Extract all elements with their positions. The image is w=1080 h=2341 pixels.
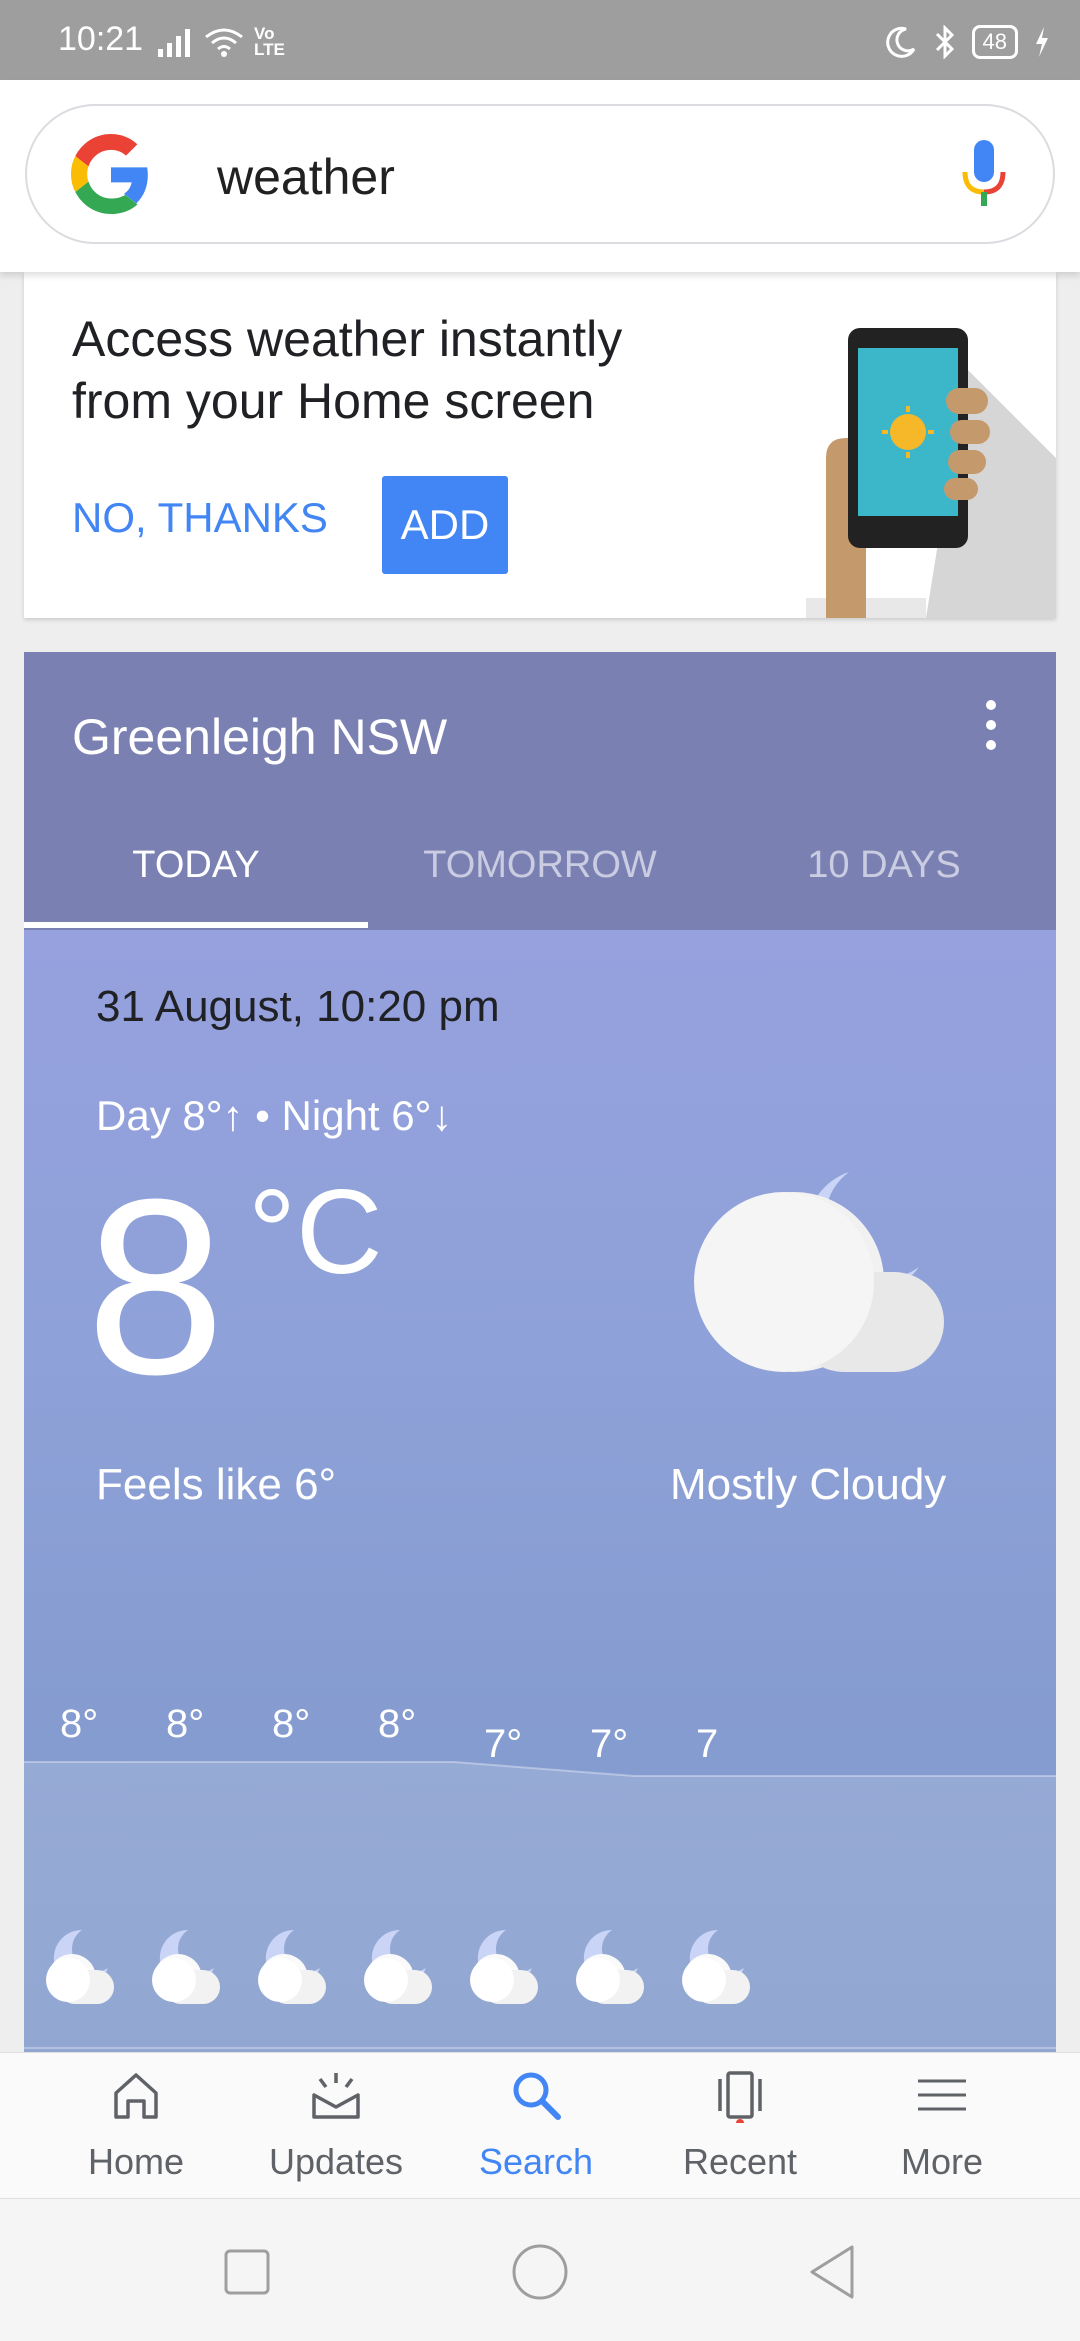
weather-card: Greenleigh NSW TODAY TOMORROW 10 DAYS 31…: [24, 652, 1056, 2052]
hourly-temp: 8°: [272, 1702, 311, 1746]
no-thanks-button[interactable]: NO, THANKS: [72, 494, 328, 542]
updates-icon: [312, 2073, 360, 2119]
nav-label-search: Search: [478, 2141, 594, 2182]
promo-title: Access weather instantly from your Home …: [72, 311, 623, 429]
system-navigation-bar: [0, 2198, 1080, 2341]
tab-tomorrow[interactable]: TOMORROW: [368, 844, 712, 887]
tab-today[interactable]: TODAY: [24, 844, 368, 887]
weather-card-header: Greenleigh NSW TODAY TOMORROW 10 DAYS: [24, 652, 1056, 930]
weather-condition: Mostly Cloudy: [670, 1460, 947, 1509]
do-not-disturb-moon-icon: [885, 26, 915, 58]
hourly-temp: 7°: [590, 1722, 629, 1766]
hourly-temp: 7°: [484, 1722, 523, 1766]
nav-search[interactable]: Search: [436, 2053, 636, 2198]
bluetooth-icon: [935, 25, 954, 59]
bottom-navigation: Home Updates Search Recent More: [0, 2052, 1080, 2198]
night-cloud-icon: [470, 1929, 538, 2004]
add-button[interactable]: ADD: [382, 476, 508, 574]
nav-recent[interactable]: Recent: [640, 2053, 840, 2198]
feels-like: Feels like 6°: [96, 1460, 337, 1509]
mostly-cloudy-night-icon: [694, 1172, 944, 1372]
nav-label-recent: Recent: [682, 2141, 798, 2182]
wifi-icon: [205, 28, 243, 57]
nav-more[interactable]: More: [842, 2053, 1042, 2198]
search-bar[interactable]: weather: [25, 104, 1055, 244]
hourly-temp: 8°: [166, 1702, 205, 1746]
day-night-temps: Day 8°↑ • Night 6°↓: [96, 1092, 453, 1139]
night-cloud-icon: [46, 1929, 114, 2004]
current-temperature: 8: [86, 1147, 226, 1426]
active-tab-indicator: [24, 922, 368, 928]
back-triangle-icon[interactable]: [798, 2237, 868, 2307]
night-cloud-icon: [682, 1929, 750, 2004]
night-cloud-icon: [576, 1929, 644, 2004]
recents-square-icon[interactable]: [212, 2237, 282, 2307]
night-cloud-icon: [152, 1929, 220, 2004]
menu-icon: [918, 2079, 966, 2111]
nav-label-more: More: [900, 2141, 984, 2182]
status-time: 10:21: [58, 20, 144, 58]
status-icons-left: Vo LTE: [158, 22, 288, 62]
home-circle-icon[interactable]: [505, 2237, 575, 2307]
battery-indicator: 48: [971, 25, 1018, 59]
status-icons-right: 48: [884, 22, 1050, 62]
temperature-unit: °C: [248, 1165, 383, 1299]
google-logo-icon: [71, 134, 148, 214]
nav-updates[interactable]: Updates: [236, 2053, 436, 2198]
mic-icon[interactable]: [959, 138, 1009, 210]
phone-illustration-icon: [806, 328, 1056, 618]
signal-icon: [158, 29, 190, 57]
night-cloud-icon: [258, 1929, 326, 2004]
home-icon: [114, 2073, 158, 2119]
charging-icon: [1036, 27, 1048, 57]
nav-label-updates: Updates: [268, 2141, 404, 2182]
nav-home[interactable]: Home: [36, 2053, 236, 2198]
hourly-temp: 8°: [60, 1702, 99, 1746]
nav-label-home: Home: [87, 2141, 185, 2182]
search-header: weather: [0, 80, 1080, 272]
hourly-temp: 7: [696, 1722, 719, 1766]
tab-10-days[interactable]: 10 DAYS: [712, 844, 1056, 887]
recent-icon: [718, 2071, 762, 2123]
volte-indicator: Vo LTE: [254, 24, 285, 59]
overflow-menu-icon[interactable]: [984, 700, 998, 754]
status-bar: 10:21 Vo LTE 48: [0, 0, 1080, 80]
location-title: Greenleigh NSW: [72, 709, 448, 765]
search-input[interactable]: weather: [217, 148, 395, 206]
weather-datetime: 31 August, 10:20 pm: [96, 982, 500, 1031]
search-icon: [513, 2072, 561, 2120]
hourly-temp: 8°: [378, 1702, 417, 1746]
night-cloud-icon: [364, 1929, 432, 2004]
home-screen-promo-card: Access weather instantly from your Home …: [24, 272, 1056, 618]
